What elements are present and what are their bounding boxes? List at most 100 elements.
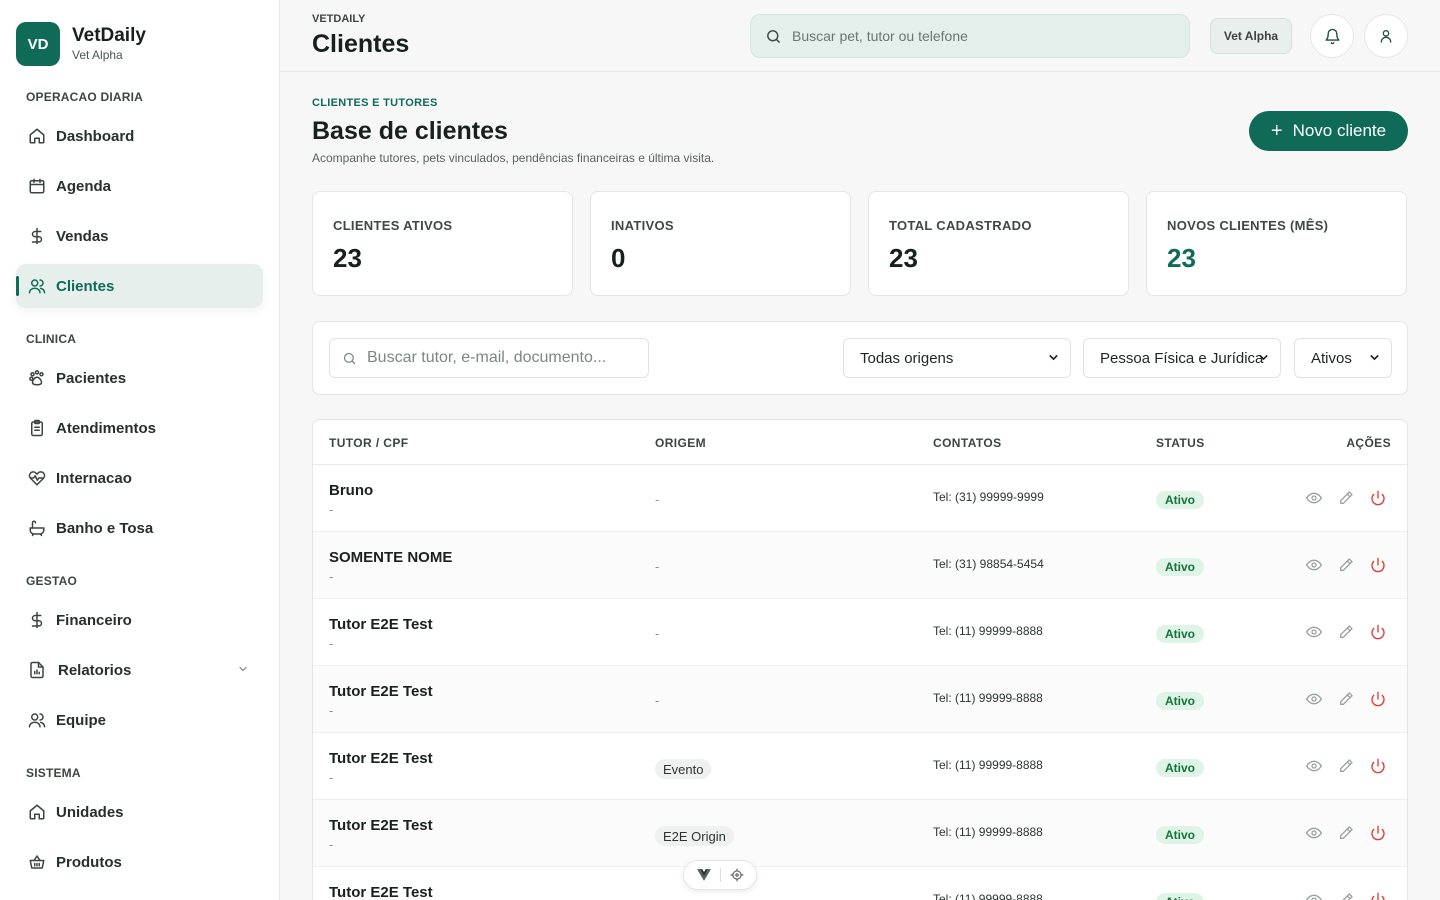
sidebar: VD VetDaily Vet Alpha OPERACAO DIARIA Da… <box>0 0 280 900</box>
stat-label: INATIVOS <box>611 218 674 233</box>
view-icon[interactable] <box>1305 891 1323 900</box>
page-subtitle: Acompanhe tutores, pets vinculados, pend… <box>312 151 715 165</box>
vue-logo-icon[interactable] <box>696 869 711 881</box>
view-icon[interactable] <box>1305 690 1323 708</box>
status-badge: Ativo <box>1156 558 1204 576</box>
tutor-name[interactable]: Tutor E2E Test <box>329 683 433 700</box>
section-kicker: CLIENTES E TUTORES <box>312 97 438 109</box>
sidebar-item-label: Pacientes <box>56 369 127 387</box>
tutor-name[interactable]: Tutor E2E Test <box>329 884 433 900</box>
person-type-select[interactable]: Pessoa Física e Jurídica <box>1083 338 1281 378</box>
deactivate-icon[interactable] <box>1369 891 1387 900</box>
origin-value: - <box>655 559 660 574</box>
contact-value: Tel: (11) 99999-8888 <box>933 758 1043 772</box>
column-header: ORIGEM <box>655 436 707 450</box>
deactivate-icon[interactable] <box>1369 824 1387 842</box>
notifications-button[interactable] <box>1310 14 1354 58</box>
table-row[interactable]: Tutor E2E Test - - Tel: (11) 99999-8888 … <box>313 666 1407 733</box>
origin-select-value: Todas origens <box>860 349 954 367</box>
sidebar-item-atendimentos[interactable]: Atendimentos <box>16 406 263 450</box>
floating-devtools-toolbar[interactable] <box>683 860 757 890</box>
tutor-document: - <box>329 636 334 651</box>
view-icon[interactable] <box>1305 623 1323 641</box>
client-search-input[interactable] <box>367 349 647 367</box>
brand: VD VetDaily Vet Alpha <box>0 0 279 66</box>
sidebar-item-label: Equipe <box>56 711 107 729</box>
origin-value: - <box>655 693 660 708</box>
deactivate-icon[interactable] <box>1369 556 1387 574</box>
deactivate-icon[interactable] <box>1369 623 1387 641</box>
global-search-input[interactable] <box>792 28 1172 44</box>
sidebar-item-clientes[interactable]: Clientes <box>16 264 263 308</box>
contact-value: Tel: (31) 98854-5454 <box>933 557 1044 571</box>
view-icon[interactable] <box>1305 824 1323 842</box>
sidebar-item-equipe[interactable]: Equipe <box>16 698 263 742</box>
status-badge: Ativo <box>1156 625 1204 643</box>
table-row[interactable]: Bruno - - Tel: (31) 99999-9999 Ativo <box>313 465 1407 532</box>
global-search[interactable] <box>750 14 1190 58</box>
table-row[interactable]: Tutor E2E Test Tel: (11) 99999-8888 Ativ… <box>313 867 1407 900</box>
nav-section-title: OPERACAO DIARIA <box>26 90 144 104</box>
tutor-document: - <box>329 569 334 584</box>
sidebar-item-vendas[interactable]: Vendas <box>16 214 263 258</box>
deactivate-icon[interactable] <box>1369 690 1387 708</box>
unit-selector[interactable]: Vet Alpha <box>1210 18 1292 54</box>
column-header: CONTATOS <box>933 436 1002 450</box>
edit-icon[interactable] <box>1337 824 1355 842</box>
sidebar-item-relatorios[interactable]: Relatorios <box>16 648 263 692</box>
chevron-down-icon[interactable] <box>237 663 249 678</box>
deactivate-icon[interactable] <box>1369 489 1387 507</box>
chevron-down-icon <box>1047 351 1060 368</box>
profile-button[interactable] <box>1364 14 1408 58</box>
edit-icon[interactable] <box>1337 891 1355 900</box>
sidebar-item-agenda[interactable]: Agenda <box>16 164 263 208</box>
target-icon[interactable] <box>730 868 744 882</box>
sidebar-item-financeiro[interactable]: Financeiro <box>16 598 263 642</box>
user-icon <box>1378 28 1394 44</box>
tutor-document: - <box>329 770 334 785</box>
new-client-button[interactable]: + Novo cliente <box>1249 111 1408 151</box>
status-select[interactable]: Ativos <box>1294 338 1392 378</box>
sidebar-item-pacientes[interactable]: Pacientes <box>16 356 263 400</box>
table-row[interactable]: Tutor E2E Test - E2E Origin Tel: (11) 99… <box>313 800 1407 867</box>
contact-value: Tel: (11) 99999-8888 <box>933 825 1043 839</box>
status-badge: Ativo <box>1156 759 1204 777</box>
tutor-name[interactable]: Tutor E2E Test <box>329 616 433 633</box>
sidebar-item-label: Agenda <box>56 177 112 195</box>
sidebar-item-internacao[interactable]: Internacao <box>16 456 263 500</box>
tutor-name[interactable]: Tutor E2E Test <box>329 817 433 834</box>
brand-logo[interactable]: VD <box>16 22 60 66</box>
tutor-name[interactable]: SOMENTE NOME <box>329 549 452 566</box>
bath-icon <box>28 519 46 537</box>
origin-select[interactable]: Todas origens <box>843 338 1071 378</box>
stat-card: NOVOS CLIENTES (MÊS) 23 <box>1146 191 1407 296</box>
client-search[interactable] <box>329 338 649 378</box>
origin-value: - <box>655 626 660 641</box>
table-row[interactable]: SOMENTE NOME - - Tel: (31) 98854-5454 At… <box>313 532 1407 599</box>
edit-icon[interactable] <box>1337 757 1355 775</box>
view-icon[interactable] <box>1305 489 1323 507</box>
brand-unit: Vet Alpha <box>72 48 123 62</box>
stat-label: TOTAL CADASTRADO <box>889 218 1032 233</box>
view-icon[interactable] <box>1305 556 1323 574</box>
heart-pulse-icon <box>28 469 46 487</box>
basket-icon <box>28 853 46 871</box>
edit-icon[interactable] <box>1337 489 1355 507</box>
sidebar-item-dashboard[interactable]: Dashboard <box>16 114 263 158</box>
table-row[interactable]: Tutor E2E Test - Evento Tel: (11) 99999-… <box>313 733 1407 800</box>
sidebar-item-produtos[interactable]: Produtos <box>16 840 263 884</box>
tutor-name[interactable]: Bruno <box>329 482 373 499</box>
tutor-name[interactable]: Tutor E2E Test <box>329 750 433 767</box>
sidebar-item-label: Financeiro <box>56 611 132 629</box>
nav-section-title: GESTAO <box>26 574 77 588</box>
table-row[interactable]: Tutor E2E Test - - Tel: (11) 99999-8888 … <box>313 599 1407 666</box>
row-actions <box>1305 757 1387 775</box>
chevron-down-icon <box>1257 351 1270 368</box>
edit-icon[interactable] <box>1337 556 1355 574</box>
edit-icon[interactable] <box>1337 690 1355 708</box>
sidebar-item-banho-tosa[interactable]: Banho e Tosa <box>16 506 263 550</box>
deactivate-icon[interactable] <box>1369 757 1387 775</box>
sidebar-item-unidades[interactable]: Unidades <box>16 790 263 834</box>
view-icon[interactable] <box>1305 757 1323 775</box>
edit-icon[interactable] <box>1337 623 1355 641</box>
